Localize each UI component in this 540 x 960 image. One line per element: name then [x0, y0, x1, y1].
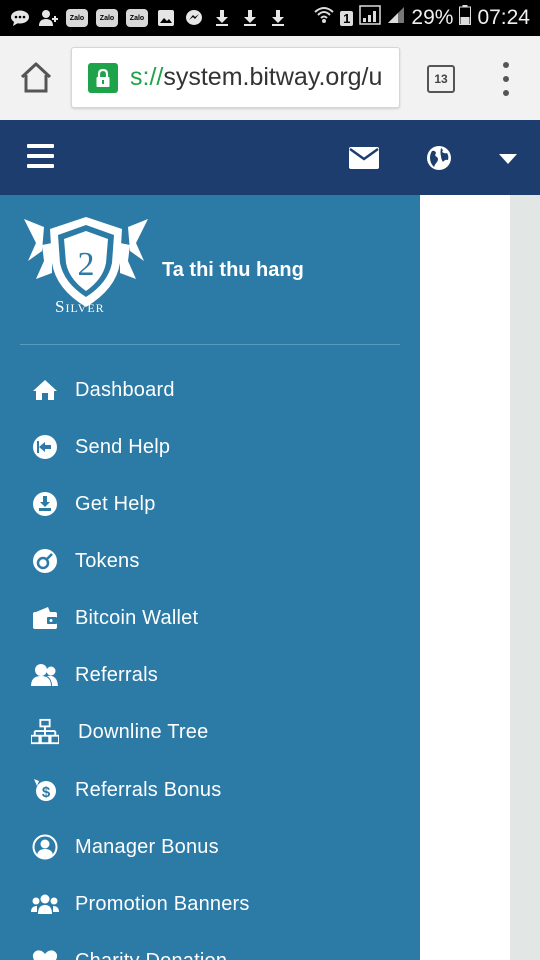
sidebar-item-label: Charity Donation — [75, 950, 227, 960]
browser-toolbar: s://system.bitway.org/u 13 — [0, 36, 540, 120]
overflow-menu-icon[interactable] — [496, 62, 516, 96]
add-contact-icon — [38, 9, 58, 27]
sidebar-item-label: Bitcoin Wallet — [75, 606, 199, 629]
battery-percent: 29% — [411, 6, 454, 29]
heart-icon — [31, 947, 59, 960]
home-icon — [31, 376, 59, 404]
download-icon — [212, 9, 232, 27]
caret-down-icon[interactable] — [499, 152, 517, 170]
user-circle-icon — [31, 833, 59, 861]
sidebar-item-label: Referrals Bonus — [75, 778, 222, 801]
main-content-gutter — [510, 195, 540, 960]
wifi-icon — [314, 6, 334, 30]
chat-bubble-icon — [10, 9, 30, 27]
lock-icon — [88, 62, 118, 93]
globe-icon[interactable] — [426, 145, 452, 176]
sidebar-item-label: Promotion Banners — [75, 892, 250, 915]
mail-icon[interactable] — [349, 147, 379, 174]
sidebar-item-send-help[interactable]: Send Help — [0, 423, 420, 471]
messenger-icon — [184, 9, 204, 27]
sidebar-item-tokens[interactable]: Tokens — [0, 537, 420, 585]
top-navbar — [0, 120, 540, 195]
sidebar-item-label: Tokens — [75, 549, 140, 572]
sidebar-item-referrals-bonus[interactable]: $ Referrals Bonus — [0, 766, 420, 814]
address-bar[interactable]: s://system.bitway.org/u — [71, 47, 400, 108]
sidebar-item-bitcoin-wallet[interactable]: Bitcoin Wallet — [0, 594, 420, 642]
notification-icons: Zalo Zalo Zalo — [10, 9, 288, 27]
sidebar-item-get-help[interactable]: Get Help — [0, 480, 420, 528]
divider — [20, 344, 400, 345]
sidebar-item-referrals[interactable]: Referrals — [0, 651, 420, 699]
zalo-icon: Zalo — [66, 9, 88, 27]
url-scheme: s:// — [130, 63, 164, 91]
image-icon — [156, 9, 176, 27]
user-name: Ta thi thu hang — [162, 259, 304, 281]
sidebar-item-label: Get Help — [75, 492, 156, 515]
token-icon — [31, 547, 59, 575]
rank-number: 2 — [78, 246, 95, 283]
sidebar-item-manager-bonus[interactable]: Manager Bonus — [0, 823, 420, 871]
profile-panel: 2 Silver Ta thi thu hang — [0, 195, 420, 345]
sidebar-item-dashboard[interactable]: Dashboard — [0, 366, 420, 414]
zalo-icon: Zalo — [126, 9, 148, 27]
download-icon — [240, 9, 260, 27]
system-status: 1 29% 07:24 — [314, 5, 530, 31]
sidebar-item-charity-donation[interactable]: Charity Donation — [0, 937, 420, 960]
url-host: system.bitway.org/u — [163, 63, 383, 91]
sidebar-item-label: Manager Bonus — [75, 835, 219, 858]
status-bar: Zalo Zalo Zalo 1 29% 07:24 — [0, 0, 540, 36]
download-icon — [268, 9, 288, 27]
menu-icon[interactable] — [27, 144, 54, 168]
group-icon — [31, 890, 59, 918]
svg-text:$: $ — [42, 784, 51, 801]
send-out-icon — [31, 433, 59, 461]
rank-label: Silver — [55, 297, 105, 316]
battery-icon — [459, 5, 472, 31]
sim-badge: 1 — [340, 10, 354, 26]
sidebar-item-label: Referrals — [75, 663, 158, 686]
bonus-icon: $ — [31, 776, 59, 804]
users-icon — [31, 661, 59, 689]
home-icon[interactable] — [16, 60, 56, 96]
main-content — [420, 195, 510, 960]
url-text: s://system.bitway.org/u — [130, 63, 382, 92]
clock: 07:24 — [477, 6, 530, 29]
sidebar-item-label: Downline Tree — [78, 720, 209, 743]
tab-switcher-button[interactable]: 13 — [427, 65, 455, 93]
zalo-icon: Zalo — [96, 9, 118, 27]
download-circle-icon — [31, 490, 59, 518]
signal-icon — [359, 5, 382, 31]
sidebar-item-promotion-banners[interactable]: Promotion Banners — [0, 880, 420, 928]
sidebar-item-label: Dashboard — [75, 378, 175, 401]
sitemap-icon — [31, 718, 59, 746]
sidebar: 2 Silver Ta thi thu hang Dashboard Send … — [0, 195, 420, 960]
sidebar-item-label: Send Help — [75, 435, 171, 458]
sidebar-item-downline-tree[interactable]: Downline Tree — [0, 708, 420, 756]
signal-icon — [387, 6, 405, 30]
wallet-icon — [31, 604, 59, 632]
